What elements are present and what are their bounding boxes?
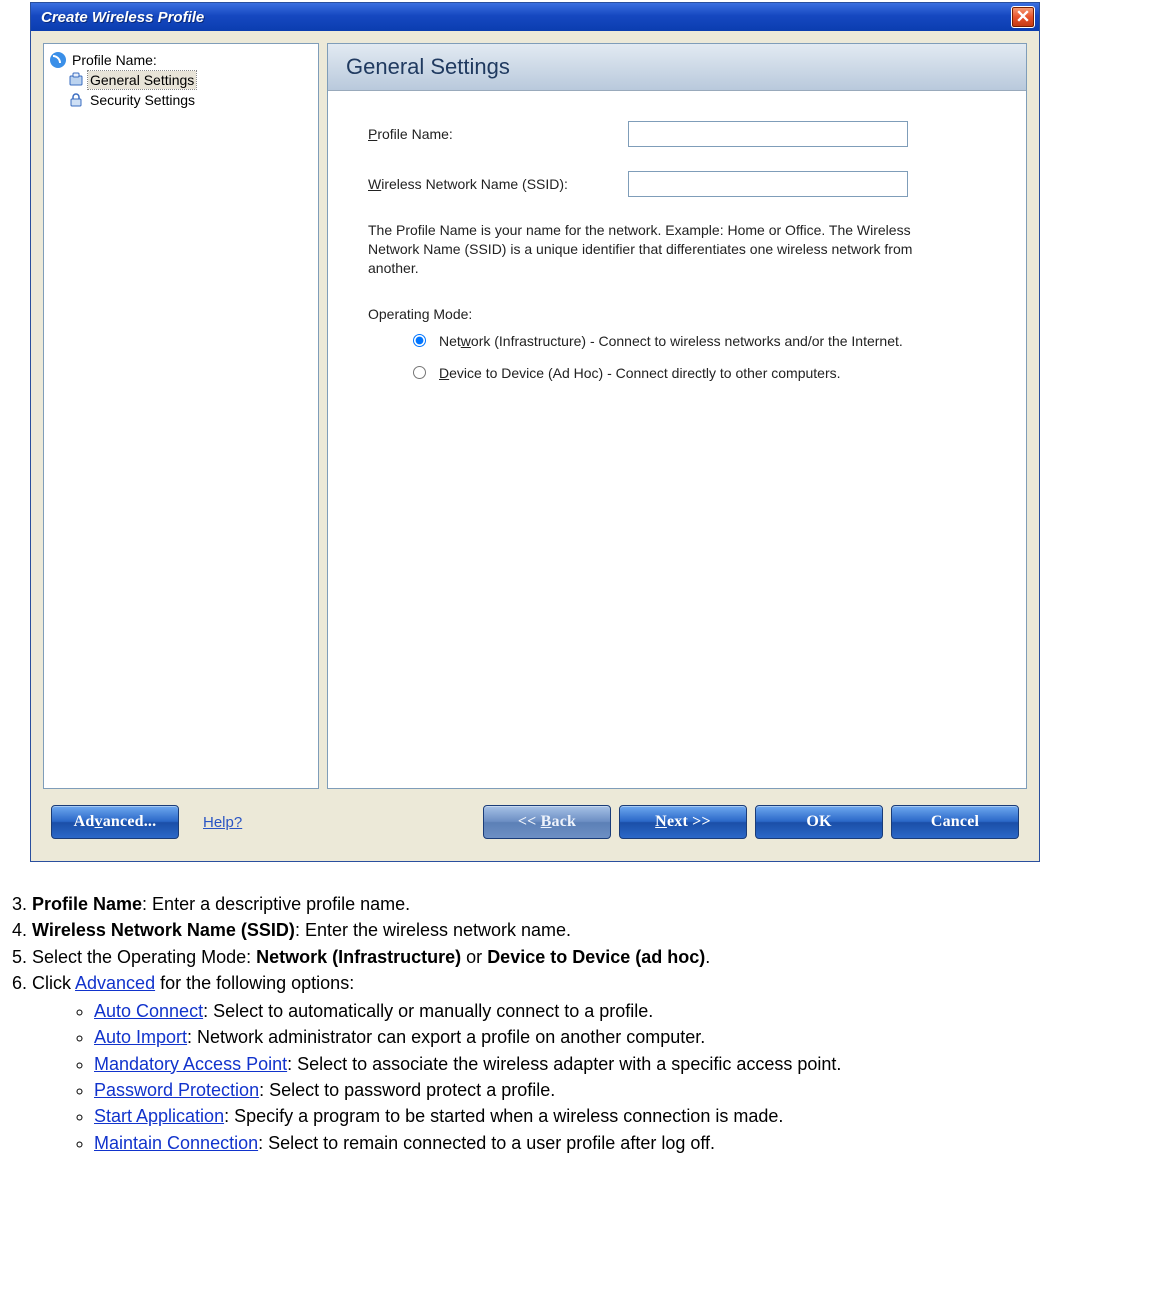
advanced-option-link[interactable]: Auto Connect bbox=[94, 1001, 203, 1021]
radio-adhoc[interactable]: Device to Device (Ad Hoc) - Connect dire… bbox=[408, 364, 968, 382]
cancel-button[interactable]: Cancel bbox=[891, 805, 1019, 839]
instruction-item-3: Profile Name: Enter a descriptive profil… bbox=[32, 892, 1169, 916]
close-icon bbox=[1017, 9, 1029, 26]
help-link[interactable]: Help? bbox=[203, 814, 242, 831]
tree-item-security-settings[interactable]: Security Settings bbox=[48, 90, 314, 110]
content-header: General Settings bbox=[328, 44, 1026, 91]
ok-button[interactable]: OK bbox=[755, 805, 883, 839]
advanced-option-item: Password Protection: Select to password … bbox=[94, 1078, 1169, 1102]
create-wireless-profile-dialog: Create Wireless Profile Profile Name: bbox=[30, 2, 1040, 862]
window-title: Create Wireless Profile bbox=[41, 9, 204, 26]
advanced-link[interactable]: Advanced bbox=[75, 973, 155, 993]
next-button[interactable]: Next >> bbox=[619, 805, 747, 839]
advanced-option-item: Start Application: Specify a program to … bbox=[94, 1104, 1169, 1128]
radio-infrastructure-input[interactable] bbox=[413, 334, 426, 347]
tree-item-general-settings[interactable]: General Settings bbox=[48, 70, 314, 90]
content-pane: General Settings Profile Name: Wireless … bbox=[327, 43, 1027, 789]
instruction-item-5: Select the Operating Mode: Network (Infr… bbox=[32, 945, 1169, 969]
operating-mode-label: Operating Mode: bbox=[368, 306, 996, 322]
general-icon bbox=[68, 72, 84, 88]
advanced-option-link[interactable]: Auto Import bbox=[94, 1027, 187, 1047]
titlebar: Create Wireless Profile bbox=[31, 3, 1039, 31]
back-button[interactable]: << Back bbox=[483, 805, 611, 839]
advanced-option-link[interactable]: Mandatory Access Point bbox=[94, 1054, 287, 1074]
profile-name-label: Profile Name: bbox=[368, 126, 628, 142]
ssid-label: Wireless Network Name (SSID): bbox=[368, 176, 628, 192]
advanced-options-list: Auto Connect: Select to automatically or… bbox=[32, 999, 1169, 1155]
advanced-option-item: Maintain Connection: Select to remain co… bbox=[94, 1131, 1169, 1155]
tree-root-profile-name[interactable]: Profile Name: bbox=[48, 50, 314, 70]
lock-icon bbox=[68, 92, 84, 108]
description-text: The Profile Name is your name for the ne… bbox=[368, 221, 928, 278]
nav-tree: Profile Name: General Settings Security … bbox=[43, 43, 319, 789]
advanced-button[interactable]: Advanced... bbox=[51, 805, 179, 839]
profile-name-input[interactable] bbox=[628, 121, 908, 147]
advanced-option-link[interactable]: Password Protection bbox=[94, 1080, 259, 1100]
advanced-option-item: Mandatory Access Point: Select to associ… bbox=[94, 1052, 1169, 1076]
close-button[interactable] bbox=[1011, 6, 1035, 28]
ssid-input[interactable] bbox=[628, 171, 908, 197]
radio-infrastructure[interactable]: Network (Infrastructure) - Connect to wi… bbox=[408, 332, 968, 350]
advanced-option-link[interactable]: Maintain Connection bbox=[94, 1133, 258, 1153]
instruction-item-4: Wireless Network Name (SSID): Enter the … bbox=[32, 918, 1169, 942]
advanced-option-item: Auto Import: Network administrator can e… bbox=[94, 1025, 1169, 1049]
advanced-option-link[interactable]: Start Application bbox=[94, 1106, 224, 1126]
instruction-item-6: Click Advanced for the following options… bbox=[32, 971, 1169, 1155]
radio-adhoc-input[interactable] bbox=[413, 366, 426, 379]
advanced-option-item: Auto Connect: Select to automatically or… bbox=[94, 999, 1169, 1023]
wifi-icon bbox=[50, 52, 66, 68]
button-bar: Advanced... Help? << Back Next >> OK Can… bbox=[43, 789, 1027, 849]
instruction-list: Profile Name: Enter a descriptive profil… bbox=[0, 892, 1169, 1155]
